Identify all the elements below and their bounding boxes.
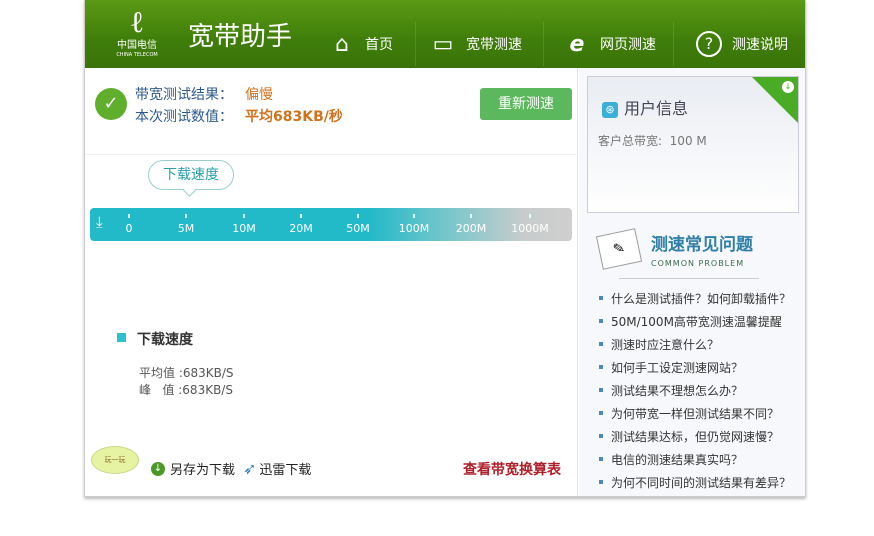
peak-speed: 峰 值 :683KB/S: [139, 383, 233, 397]
download-icon: ↓: [782, 81, 794, 93]
divider: [85, 154, 578, 155]
nav-home[interactable]: ⌂ 首页: [329, 22, 409, 66]
result-panel: ✓ 带宽测试结果： 偏慢 本次测试数值： 平均683KB/秒 重新测速 下载速度…: [85, 68, 578, 496]
nav-web-test[interactable]: e 网页测速: [543, 22, 671, 66]
faq-link[interactable]: 测试结果达标，但仍觉网速慢？: [599, 428, 779, 445]
bandwidth-conversion-link[interactable]: 查看带宽换算表: [463, 459, 561, 479]
faq-link[interactable]: 什么是测试插件？如何卸载插件？: [599, 290, 791, 307]
thunder-download-link[interactable]: ➶ 迅雷下载: [243, 459, 311, 478]
gauge-tick: 1000M: [505, 214, 555, 235]
faq-link[interactable]: 测速时应注意什么？: [599, 336, 719, 353]
help-icon: ?: [696, 31, 722, 57]
app-title: 宽带助手: [188, 22, 293, 52]
download-circle-icon: ↓: [151, 461, 165, 476]
gauge-tick: 20M: [276, 214, 326, 235]
china-telecom-logo: ℓ 中国电信 CHINA TELECOM: [116, 5, 158, 59]
result-value: 偏慢: [245, 87, 273, 103]
divider: [619, 278, 759, 279]
play-cloud-button[interactable]: 玩一玩: [91, 446, 139, 474]
faq-image-icon: ✎: [595, 228, 643, 270]
monitor-icon: ▭: [432, 31, 454, 57]
gauge-tick: 50M: [333, 214, 383, 235]
save-as-download-link[interactable]: ↓ 另存为下载: [151, 459, 235, 478]
download-icon: ⤓: [96, 213, 103, 231]
legend-swatch: [117, 333, 126, 342]
faq-link[interactable]: 如何手工设定测速网站？: [599, 359, 743, 376]
sidebar: ⊛ 用户信息 客户总带宽: 100 M ↓ ✎ 测速常见问题 COMMON PROB…: [579, 68, 805, 496]
ie-icon: e: [569, 31, 585, 57]
faq-link[interactable]: 50M/100M高带宽测速温馨提醒: [599, 313, 782, 330]
app-window: ℓ 中国电信 CHINA TELECOM 宽带助手 ⌂ 首页 ▭ 宽带测速 e 网页测速 …: [84, 0, 806, 497]
faq-link[interactable]: 为何不同时间的测试结果有差异？: [599, 474, 791, 491]
user-info-card: ⊛ 用户信息 客户总带宽: 100 M ↓: [587, 76, 799, 213]
gauge-tick: 5M: [161, 214, 211, 235]
gauge-tick: 0: [104, 214, 154, 235]
faq-link[interactable]: 为何带宽一样但测试结果不同？: [599, 405, 779, 422]
average-speed: 平均值 :683KB/S: [139, 366, 234, 380]
speed-gauge: ⤓ 0 5M 10M 20M 50M 100M 200M 1000M: [90, 208, 572, 241]
header: ℓ 中国电信 CHINA TELECOM 宽带助手 ⌂ 首页 ▭ 宽带测速 e 网页测速 …: [85, 0, 805, 68]
nav-help[interactable]: ? 测速说明: [673, 22, 805, 66]
thunder-bird-icon: ➶: [243, 459, 257, 478]
check-icon: ✓: [95, 88, 127, 120]
download-speed-bubble: 下载速度: [148, 160, 234, 190]
gauge-tick: 200M: [446, 214, 496, 235]
home-icon: ⌂: [335, 31, 349, 57]
faq-link[interactable]: 电信的测速结果真实吗？: [599, 451, 743, 468]
total-bandwidth: 客户总带宽: 100 M: [598, 134, 707, 148]
test-value: 平均683KB/秒: [245, 109, 343, 125]
legend-label: 下载速度: [137, 332, 193, 348]
retest-button[interactable]: 重新测速: [480, 88, 572, 120]
faq-header: ✎ 测速常见问题 COMMON PROBLEM: [595, 228, 753, 270]
page-curl-download[interactable]: ↓: [752, 77, 798, 123]
faq-link[interactable]: 测试结果不理想怎么办？: [599, 382, 743, 399]
gauge-tick: 100M: [389, 214, 439, 235]
user-info-icon: ⊛: [602, 102, 618, 118]
nav-broadband-test[interactable]: ▭ 宽带测速: [415, 22, 541, 66]
gauge-tick: 10M: [219, 214, 269, 235]
